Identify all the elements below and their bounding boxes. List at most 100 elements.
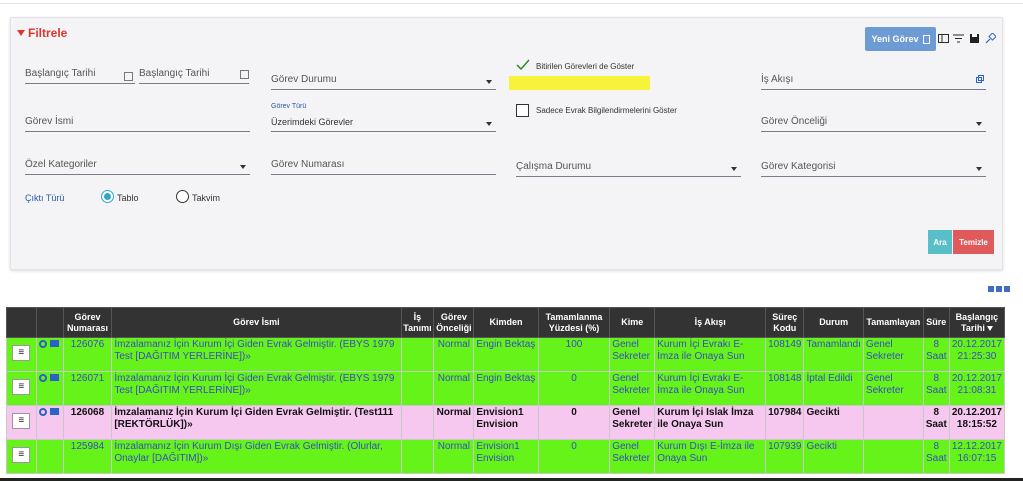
cell-task-number: 126071 — [62, 371, 113, 406]
chevron-down-icon — [976, 167, 982, 171]
table-row[interactable]: ≡ 126071 İmzalamanız İçin Kurum İçi Gide… — [6, 371, 1006, 406]
col-from[interactable]: Kimden — [473, 307, 539, 338]
cell-task-name[interactable]: İmzalamanız İçin Kurum İçi Giden Evrak G… — [111, 337, 402, 372]
col-duration[interactable]: Süre — [922, 307, 950, 338]
hamburger-menu-icon[interactable]: ≡ — [12, 379, 31, 395]
search-icon[interactable] — [38, 340, 47, 348]
show-completed-highlight[interactable] — [509, 76, 650, 90]
cell-from: Envision1 Envision — [473, 439, 539, 474]
list-view-icon[interactable] — [988, 286, 1010, 292]
hamburger-menu-icon[interactable]: ≡ — [12, 413, 31, 429]
hamburger-menu-icon[interactable]: ≡ — [12, 447, 31, 463]
radio-table-label: Tablo — [117, 193, 139, 203]
pin-icon[interactable] — [985, 33, 996, 44]
cell-from: Engin Bektaş — [473, 371, 539, 406]
row-menu: ≡ — [6, 337, 37, 372]
cell-job-definition — [400, 371, 435, 406]
message-icon[interactable] — [49, 374, 59, 381]
only-doc-info-checkbox[interactable] — [516, 104, 529, 117]
col-workflow[interactable]: İş Akışı — [654, 307, 767, 338]
task-name-field[interactable]: Görev İsmi — [25, 110, 250, 132]
start-date-field-1[interactable]: Başlangıç Tarihi — [25, 66, 135, 84]
columns-icon[interactable] — [938, 33, 949, 44]
task-type-select[interactable]: Üzerimdeki Görevler — [271, 112, 496, 132]
col-process-code[interactable]: Süreç Kodu — [765, 307, 805, 338]
cell-completion: 0 — [537, 371, 611, 406]
row-actions — [35, 405, 64, 440]
cell-process-code: 107984 — [765, 405, 805, 440]
start-date-field-2[interactable]: Başlangıç Tarihi — [139, 66, 249, 84]
sort-desc-icon[interactable] — [986, 325, 993, 331]
task-status-select[interactable]: Görev Durumu — [271, 66, 496, 90]
clear-button[interactable]: Temizle — [953, 230, 994, 254]
col-actions — [35, 307, 64, 338]
cell-status: Tamamlandı — [803, 337, 864, 372]
work-status-select[interactable]: Çalışma Durumu — [516, 155, 741, 177]
cell-priority: Normal — [433, 405, 475, 440]
radio-calendar[interactable] — [176, 190, 189, 203]
document-icon — [922, 34, 930, 44]
workflow-field[interactable]: İş Akışı — [761, 66, 986, 90]
filter-title[interactable]: Filtrele — [17, 26, 67, 40]
cell-status: Gecikti — [803, 439, 864, 474]
cell-completion: 100 — [537, 337, 611, 372]
popup-icon[interactable] — [976, 75, 984, 83]
cell-task-name[interactable]: İmzalamanız İçin Kurum İçi Giden Evrak G… — [111, 371, 402, 406]
cell-priority: Normal — [433, 337, 475, 372]
new-task-label: Yeni Görev — [871, 34, 919, 44]
calendar-icon[interactable] — [124, 72, 133, 81]
col-task-name[interactable]: Görev İsmi — [111, 307, 402, 338]
cell-from: Engin Bektaş — [473, 337, 539, 372]
cell-task-name[interactable]: İmzalamanız İçin Kurum İçi Giden Evrak G… — [111, 405, 402, 440]
col-task-number[interactable]: Görev Numarası — [62, 307, 113, 338]
row-menu: ≡ — [6, 405, 37, 440]
task-name-label: Görev İsmi — [25, 116, 74, 127]
task-priority-select[interactable]: Görev Önceliği — [761, 110, 986, 132]
col-job-definition[interactable]: İş Tanımı — [400, 307, 435, 338]
radio-table[interactable] — [101, 190, 114, 203]
col-status[interactable]: Durum — [803, 307, 864, 338]
table-row[interactable]: ≡ 125984 İmzalamanız İçin Kurum Dışı Gid… — [6, 439, 1006, 474]
search-button[interactable]: Ara — [928, 230, 952, 254]
funnel-icon — [17, 30, 25, 36]
filter-panel: Filtrele Yeni Görev Başlangıç Tarihi Baş… — [10, 17, 1003, 270]
hamburger-menu-icon[interactable]: ≡ — [12, 345, 31, 361]
cell-start-date: 20.12.2017 21:08:31 — [948, 371, 1006, 406]
filter-title-text: Filtrele — [28, 26, 68, 40]
special-categories-select[interactable]: Özel Kategoriler — [25, 155, 250, 175]
col-completed-by[interactable]: Tamamlayan — [862, 307, 924, 338]
cell-to: Genel Sekreter — [609, 405, 656, 440]
save-icon[interactable] — [969, 33, 980, 44]
message-icon[interactable] — [49, 340, 59, 347]
table-row[interactable]: ≡ 126076 İmzalamanız İçin Kurum İçi Gide… — [6, 337, 1006, 372]
cell-to: Genel Sekreter — [609, 371, 656, 406]
work-status-label: Çalışma Durumu — [516, 161, 592, 172]
cell-completed-by — [862, 439, 924, 474]
task-priority-label: Görev Önceliği — [761, 116, 828, 127]
table-row[interactable]: ≡ 126068 İmzalamanız İçin Kurum İçi Gide… — [6, 405, 1006, 440]
col-task-priority[interactable]: Görev Önceliği — [433, 307, 475, 338]
col-to[interactable]: Kime — [609, 307, 656, 338]
task-category-select[interactable]: Görev Kategorisi — [761, 155, 986, 177]
col-start-date[interactable]: Başlangıç Tarihi — [948, 307, 1006, 338]
cell-process-code: 108148 — [765, 371, 805, 406]
task-number-field[interactable]: Görev Numarası — [271, 155, 496, 175]
chevron-down-icon — [240, 165, 246, 169]
cell-start-date: 20.12.2017 18:15:52 — [948, 405, 1006, 440]
calendar-icon[interactable] — [240, 70, 249, 79]
show-completed-label: Bitirilen Görevleri de Göster — [536, 62, 635, 71]
cell-job-definition — [400, 405, 435, 440]
search-icon[interactable] — [38, 374, 47, 382]
row-actions — [35, 337, 64, 372]
search-icon[interactable] — [38, 408, 47, 416]
message-icon[interactable] — [49, 408, 59, 415]
col-menu — [6, 307, 37, 338]
chevron-down-icon — [731, 167, 737, 171]
row-actions — [35, 439, 64, 474]
col-completion[interactable]: Tamamlanma Yüzdesi (%) — [537, 307, 611, 338]
cell-job-definition — [400, 337, 435, 372]
new-task-button[interactable]: Yeni Görev — [865, 27, 936, 51]
cell-task-name[interactable]: İmzalamanız İçin Kurum Dışı Giden Evrak … — [111, 439, 402, 474]
filter-list-icon[interactable] — [953, 33, 964, 44]
row-actions — [35, 371, 64, 406]
